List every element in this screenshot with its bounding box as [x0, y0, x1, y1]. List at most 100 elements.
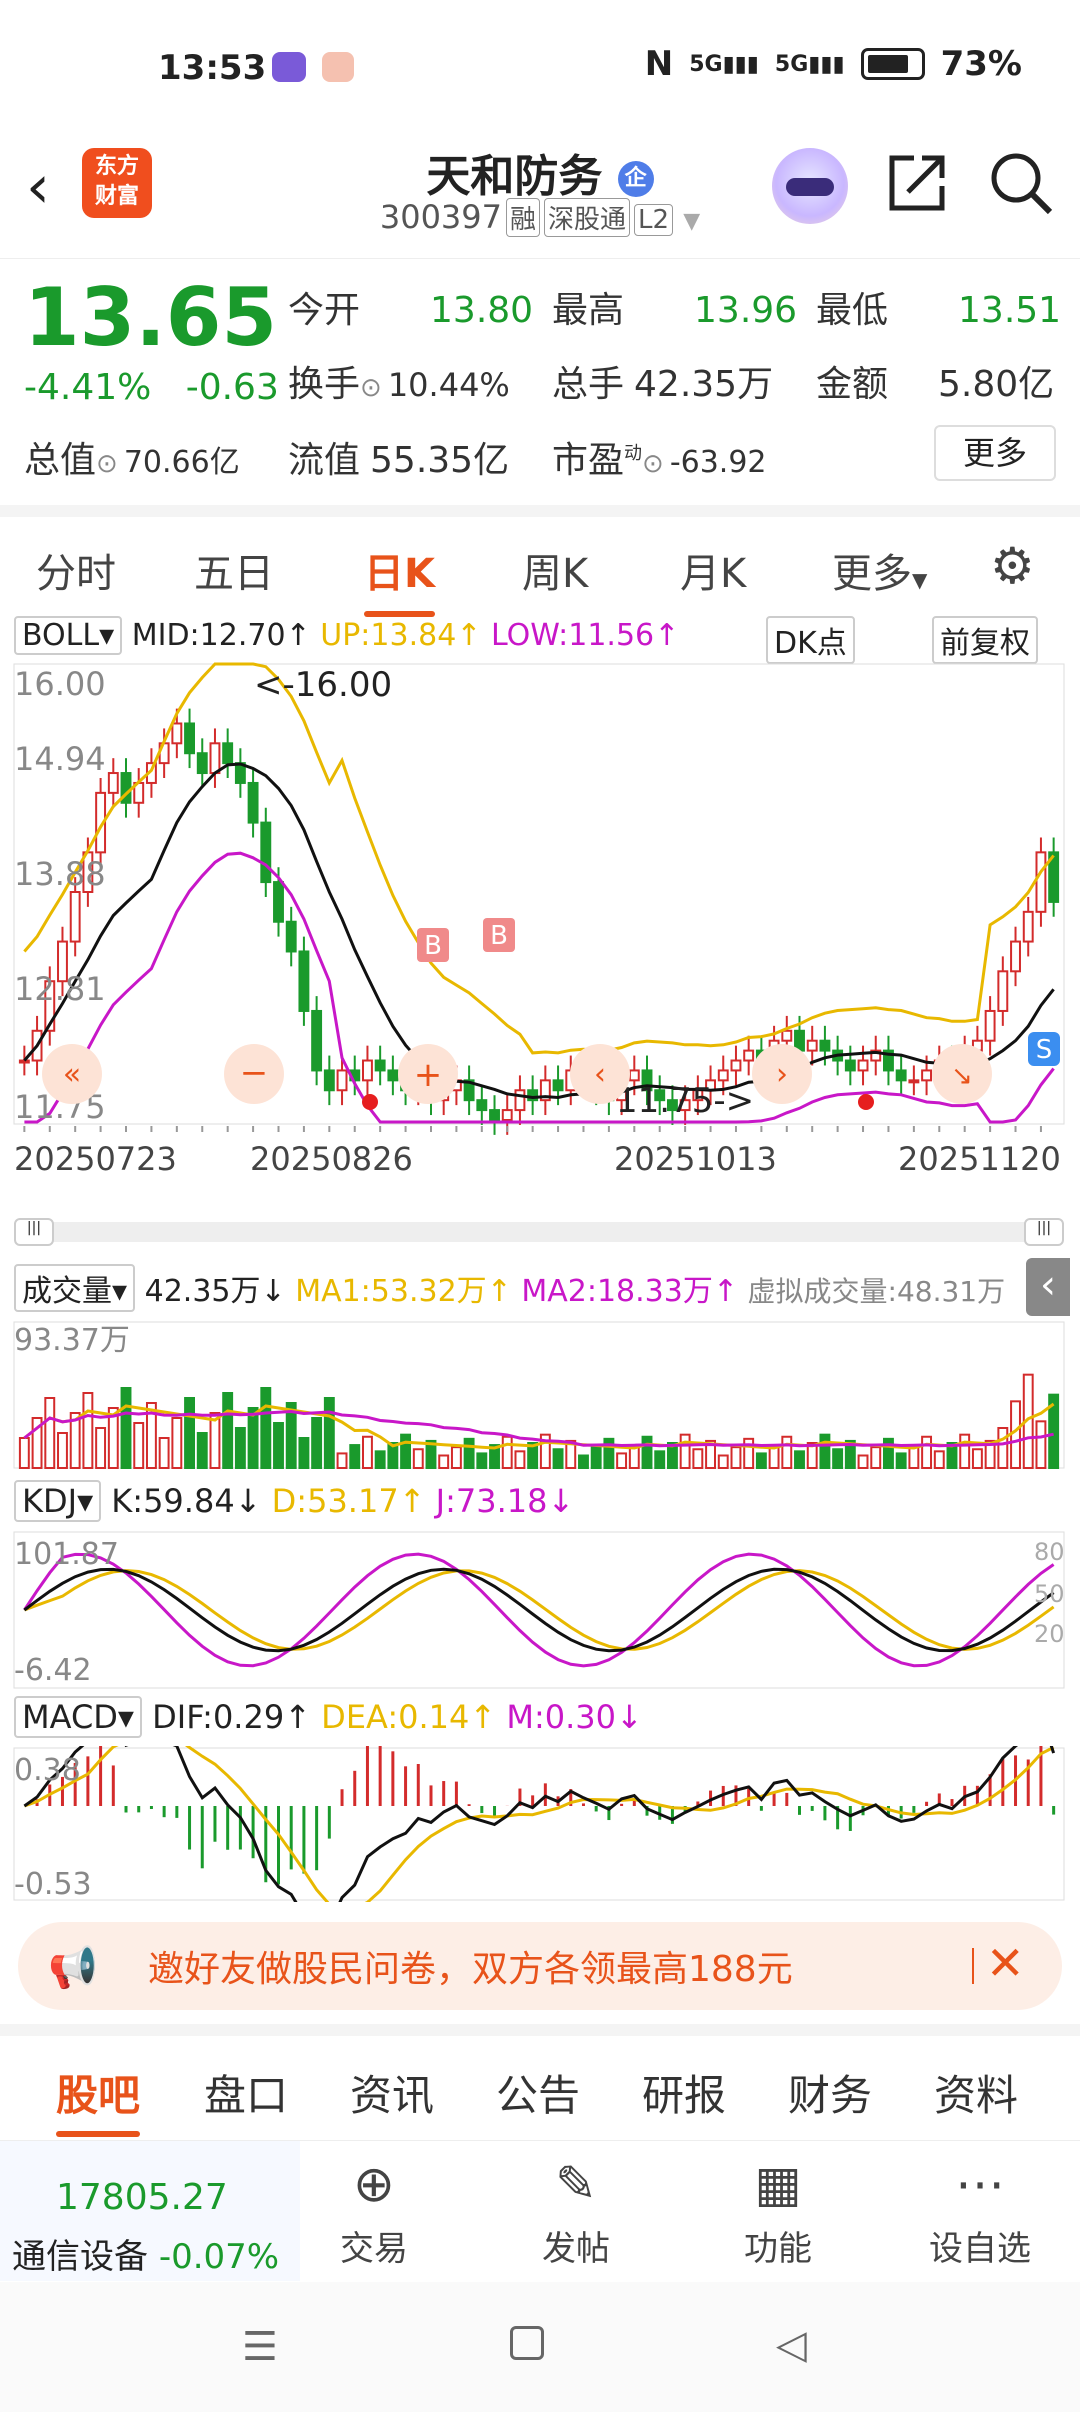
tab-timeshare[interactable]: 分时	[36, 541, 116, 599]
min-price-label: 11.75->	[616, 1081, 754, 1121]
tab-weekly-k[interactable]: 周K	[522, 541, 588, 599]
info-icon: ⊙	[96, 449, 118, 479]
volume-bar	[730, 1446, 742, 1469]
macd-selector[interactable]: MACD▾	[14, 1696, 142, 1738]
volume-bar	[641, 1435, 653, 1469]
tab-pankou[interactable]: 盘口	[204, 2062, 288, 2123]
svg-text:101.87: 101.87	[14, 1537, 119, 1572]
tab-more[interactable]: 更多▼	[832, 541, 927, 599]
macd-chart[interactable]: 0.38 -0.53	[0, 1746, 1080, 1902]
volume-bar	[463, 1437, 475, 1470]
add-watchlist-button[interactable]: ⋯ 设自选	[910, 2155, 1050, 2270]
low-price: 最低 13.51	[816, 290, 1062, 331]
assistant-robot-icon[interactable]	[772, 148, 848, 224]
back-nav-icon[interactable]: ◁	[776, 2322, 807, 2368]
enterprise-badge-icon: 企	[617, 161, 654, 197]
volume-bar	[552, 1448, 564, 1469]
candles	[18, 708, 1060, 1135]
status-bar: 13:53 N 5G▮▮▮ 5G▮▮▮ 73%	[0, 0, 1080, 140]
y-label: 13.88	[14, 855, 106, 893]
kdj-selector[interactable]: KDJ▾	[14, 1480, 102, 1522]
menu-icon[interactable]: ☰	[242, 2324, 278, 2370]
turnover-rate: 换手⊙ 10.44%	[288, 364, 510, 405]
adjust-button[interactable]: 前复权	[932, 616, 1038, 664]
sector-index[interactable]: 17805.27 通信设备 -0.07%	[0, 2141, 300, 2281]
volume-bar	[412, 1448, 424, 1469]
candle-body	[921, 1069, 933, 1082]
svg-text:-0.53: -0.53	[14, 1867, 92, 1902]
tab-guba[interactable]: 股吧	[56, 2062, 141, 2137]
candle-body	[374, 1059, 386, 1072]
features-button[interactable]: ▦ 功能	[708, 2155, 848, 2270]
tab-daily-k[interactable]: 日K	[364, 541, 435, 617]
tab-research[interactable]: 研报	[642, 2062, 726, 2123]
candle-body	[209, 742, 221, 775]
volume-max-label: 93.37万	[14, 1323, 130, 1358]
share-icon[interactable]	[884, 150, 950, 216]
k-line-chart[interactable]: 16.00 14.94 13.88 12.81 11.75 <-16.00 11…	[0, 660, 1080, 1200]
megaphone-icon: 📢	[48, 1945, 98, 1991]
search-icon[interactable]	[988, 150, 1054, 216]
signal-icon: 5G▮▮▮	[689, 51, 759, 77]
trade-amount: 金额 5.80亿	[816, 364, 1055, 405]
tab-profile[interactable]: 资料	[934, 2062, 1018, 2123]
volume-chart[interactable]: 93.37万	[0, 1320, 1080, 1470]
chart-scrollbar[interactable]: ||| |||	[14, 1218, 1064, 1246]
tab-news[interactable]: 资讯	[350, 2062, 434, 2123]
more-button[interactable]: 更多	[934, 425, 1056, 481]
home-icon[interactable]	[510, 2326, 544, 2360]
app-notification-icon	[272, 52, 306, 82]
volume-bar	[895, 1452, 907, 1470]
tab-five-day[interactable]: 五日	[194, 541, 274, 599]
candle-body	[222, 742, 234, 765]
volume-bar	[717, 1454, 729, 1469]
close-icon[interactable]: ✕	[986, 1936, 1025, 1990]
volume-bar	[870, 1446, 882, 1469]
collapse-panel-icon[interactable]: ‹	[1026, 1258, 1070, 1316]
dk-point-button[interactable]: DK点	[766, 616, 855, 664]
candle-body	[171, 722, 183, 745]
boll-selector[interactable]: BOLL▾	[14, 616, 123, 655]
yuan-icon: ⊕	[353, 2155, 395, 2213]
tab-notice[interactable]: 公告	[496, 2062, 580, 2123]
volume-bar	[95, 1427, 107, 1469]
candle-body	[69, 891, 81, 943]
total-volume: 总手 42.35万	[552, 364, 774, 405]
candle-body	[260, 821, 272, 884]
market-cap: 总值⊙ 70.66亿	[24, 440, 240, 481]
candle-body	[1022, 910, 1034, 943]
svg-text:›: ›	[776, 1057, 788, 1092]
y-label: 12.81	[14, 970, 106, 1008]
svg-text:S: S	[1036, 1035, 1053, 1065]
scroll-handle-right[interactable]: |||	[1024, 1218, 1064, 1246]
volume-bar	[971, 1448, 983, 1469]
promo-banner[interactable]: 📢 邀好友做股民问卷，双方各领最高188元 ✕	[18, 1922, 1062, 2010]
open-price: 今开 13.80	[288, 290, 534, 331]
trade-button[interactable]: ⊕ 交易	[304, 2155, 444, 2270]
settings-gear-icon[interactable]: ⚙	[990, 537, 1035, 595]
status-time: 13:53	[158, 48, 267, 88]
volume-selector[interactable]: 成交量▾	[14, 1264, 136, 1312]
candle-body	[1035, 851, 1047, 913]
date-label: 20250723	[14, 1140, 177, 1178]
svg-text:-6.42: -6.42	[14, 1653, 92, 1688]
tab-finance[interactable]: 财务	[788, 2062, 872, 2123]
info-icon: ⊙	[360, 373, 382, 403]
volume-bar	[514, 1450, 526, 1469]
post-button[interactable]: ✎ 发帖	[506, 2155, 646, 2270]
battery-icon	[860, 48, 925, 80]
volume-bar	[196, 1432, 208, 1469]
divider	[972, 1948, 974, 1984]
tab-monthly-k[interactable]: 月K	[680, 541, 746, 599]
candle-body	[514, 1089, 526, 1112]
event-dot	[858, 1094, 874, 1110]
volume-bar	[997, 1427, 1009, 1469]
app-notification-icon	[322, 52, 354, 82]
high-price: 最高 13.96	[552, 290, 798, 331]
info-tabs: 股吧 盘口 资讯 公告 研报 财务 资料	[0, 2024, 1080, 2137]
volume-bar	[57, 1432, 68, 1469]
kdj-chart[interactable]: 101.87 -6.42 80 50 20	[0, 1530, 1080, 1690]
sector-name: 通信设备 -0.07%	[12, 2237, 280, 2277]
more-dots-icon: ⋯	[955, 2155, 1005, 2213]
scroll-handle-left[interactable]: |||	[14, 1218, 54, 1246]
